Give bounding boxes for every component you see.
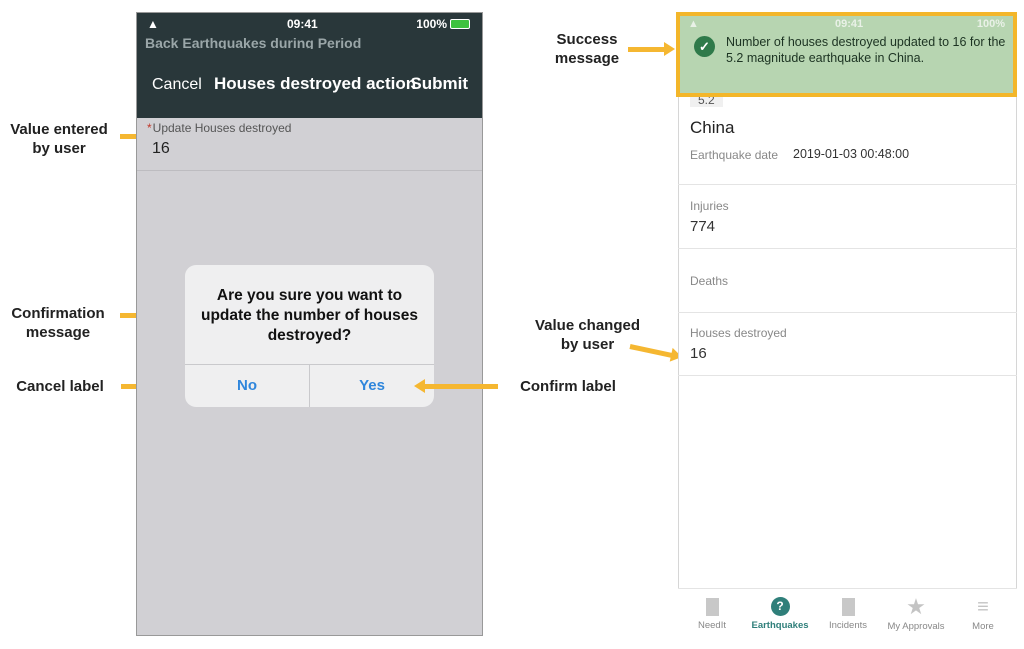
top-navigation-bar: ▲ 09:41 100% Back Earthquakes during Per… xyxy=(137,13,482,118)
star-icon: ★ xyxy=(906,594,926,619)
no-button[interactable]: No xyxy=(185,364,309,407)
status-bar: ▲ 09:41 100% xyxy=(137,13,482,35)
deaths-label: Deaths xyxy=(690,274,729,288)
document-icon xyxy=(705,598,719,616)
page-title: Houses destroyed action xyxy=(214,74,417,93)
battery-icon xyxy=(450,19,470,29)
tab-label: NeedIt xyxy=(698,620,726,631)
battery-percent: 100% xyxy=(976,18,1005,30)
field-divider xyxy=(137,170,482,171)
tab-my-approvals[interactable]: ★ My Approvals xyxy=(882,589,950,640)
injuries-value: 774 xyxy=(690,218,716,235)
status-time: 09:41 xyxy=(287,17,318,31)
callout-cancel-label: Cancel label xyxy=(16,378,104,395)
success-toast[interactable]: ▲ 09:41 100% ✓ Number of houses destroye… xyxy=(676,12,1017,97)
row-divider xyxy=(678,312,1017,313)
status-time: 09:41 xyxy=(835,18,864,30)
tab-label: Earthquakes xyxy=(751,620,809,631)
field-label-text: Update Houses destroyed xyxy=(152,121,292,135)
houses-destroyed-value: 16 xyxy=(690,345,707,362)
row-divider xyxy=(678,248,1017,249)
cancel-button[interactable]: Cancel xyxy=(152,76,202,94)
confirmation-dialog: Are you sure you want to update the numb… xyxy=(185,265,434,407)
tab-label: My Approvals xyxy=(887,621,945,632)
help-circle-icon: ? xyxy=(770,597,790,616)
submit-button[interactable]: Submit xyxy=(410,74,468,94)
tab-label: Incidents xyxy=(828,620,868,631)
earthquake-date-label: Earthquake date xyxy=(690,148,779,162)
callout-confirm-label: Confirm label xyxy=(520,378,616,395)
toast-status-bar: ▲ 09:41 100% xyxy=(680,16,1013,32)
action-nav-row: Cancel Houses destroyed action Submit xyxy=(137,69,482,99)
callout-arrow-confirm xyxy=(414,379,498,393)
earthquake-location: China xyxy=(690,118,735,137)
injuries-label: Injuries xyxy=(690,199,729,213)
callout-value-entered: Value entered by user xyxy=(10,121,108,157)
earthquake-date-value: 2019-01-03 00:48:00 xyxy=(793,147,910,161)
callout-arrow-success xyxy=(628,42,675,56)
back-link[interactable]: Back Earthquakes during Period xyxy=(145,35,475,49)
row-divider xyxy=(678,184,1017,185)
wifi-icon: ▲ xyxy=(147,17,159,31)
success-message: Number of houses destroyed updated to 16… xyxy=(726,35,1006,65)
callout-success-message: Success message xyxy=(554,31,620,67)
left-phone-screen: ▲ 09:41 100% Back Earthquakes during Per… xyxy=(136,12,483,636)
row-divider xyxy=(678,375,1017,376)
check-circle-icon: ✓ xyxy=(694,36,715,57)
required-marker: * xyxy=(147,121,152,135)
houses-destroyed-field-label: *Update Houses destroyed xyxy=(147,121,291,135)
tab-needit[interactable]: NeedIt xyxy=(678,589,746,640)
battery-percent: 100% xyxy=(416,17,447,31)
wifi-icon: ▲ xyxy=(688,18,699,30)
menu-icon: ≡ xyxy=(977,596,989,618)
houses-destroyed-label: Houses destroyed xyxy=(690,326,787,340)
tab-label: More xyxy=(972,621,994,632)
bottom-tab-bar: NeedIt ? Earthquakes Incidents ★ My Appr… xyxy=(678,588,1017,639)
houses-destroyed-input[interactable]: 16 xyxy=(152,140,170,158)
document-icon xyxy=(841,598,855,616)
tab-incidents[interactable]: Incidents xyxy=(814,589,882,640)
tab-earthquakes[interactable]: ? Earthquakes xyxy=(746,589,814,640)
battery-indicator: 100% xyxy=(416,17,470,31)
callout-confirmation-message: Confirmation message xyxy=(11,305,105,341)
tab-more[interactable]: ≡ More xyxy=(949,589,1017,640)
confirmation-message: Are you sure you want to update the numb… xyxy=(200,287,418,344)
